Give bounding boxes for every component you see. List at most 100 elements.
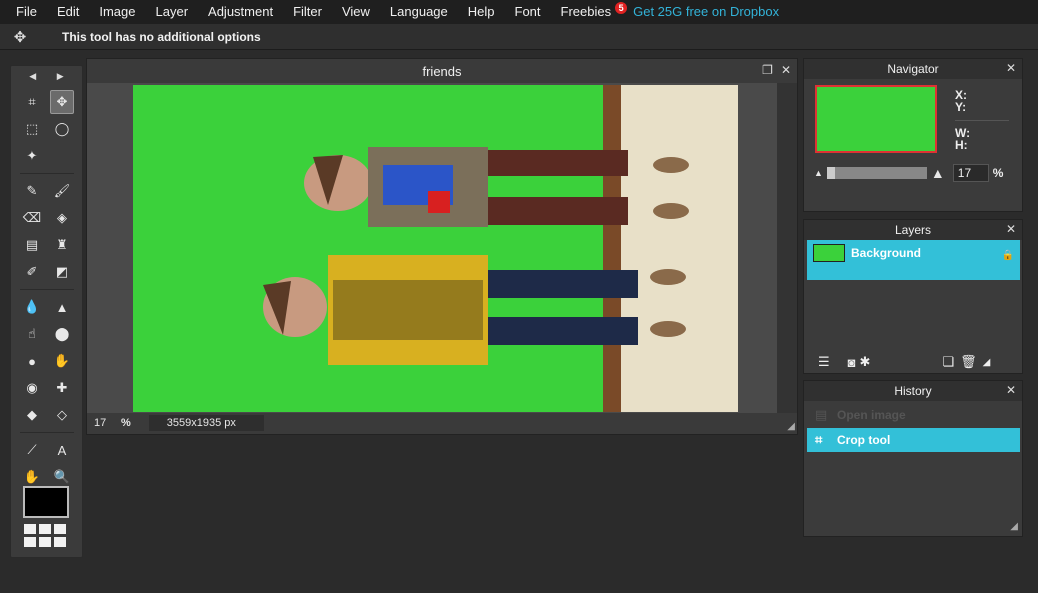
navigator-coords: X: Y: [955,89,967,113]
lasso-icon[interactable]: ◯ [50,117,74,141]
blur-icon[interactable]: 💧 [20,295,44,319]
document-icon: ▤ [815,407,828,422]
layout-grid-icon[interactable] [24,524,66,547]
photo-canvas-image[interactable] [133,85,738,412]
floor-area [603,85,738,412]
navigator-thumbnail[interactable] [815,85,937,153]
history-item-crop-tool[interactable]: ⌗ Crop tool [807,428,1020,452]
menu-filter[interactable]: Filter [283,0,332,24]
burn-icon[interactable]: ✋ [50,349,74,373]
document-title: friends [422,63,462,79]
document-titlebar: friends ❐ ✕ [87,59,797,83]
navigator-size: W: H: [955,127,970,151]
layers-panel: Layers ✕ Background 🔒 ☰ ◙ ✱ ❏ 🗑 ◢ [803,219,1023,374]
pencil-icon[interactable]: ✎ [20,179,44,203]
new-layer-icon[interactable]: ❏ [942,354,954,370]
zoom-unit: % [121,417,131,429]
menu-language[interactable]: Language [380,0,458,24]
red-eye-icon[interactable]: ◉ [20,376,44,400]
brush-icon[interactable]: 🖌 [50,179,74,203]
color-picker-icon[interactable]: ⟋ [20,438,44,462]
close-icon[interactable]: ✕ [781,63,791,77]
bucket-icon[interactable]: ◈ [50,206,74,230]
canvas-area[interactable] [87,83,779,413]
navigator-panel: Navigator ✕ X: Y: W: H: ▲ ▲ 17 % [803,58,1023,212]
move-icon: ✥ [13,28,27,46]
marquee-icon[interactable]: ⬚ [20,117,44,141]
resize-handle-icon[interactable]: ◢ [983,357,991,368]
toolbox-divider [20,289,74,290]
navigator-header: Navigator ✕ [804,59,1022,79]
menu-edit[interactable]: Edit [47,0,89,24]
resize-handle-icon[interactable]: ◢ [1010,521,1018,532]
color-replace-icon[interactable]: ✐ [20,260,44,284]
toolbox-collapse-right-icon[interactable]: ▶ [57,71,64,82]
layers-header: Layers ✕ [804,220,1022,240]
navigator-zoom-unit: % [992,166,1004,180]
tool-options-message: This tool has no additional options [62,29,261,44]
navigator-title: Navigator [887,62,939,76]
crop-icon[interactable]: ⌗ [20,90,44,114]
tool-grid: ⌗ ✥ ⬚ ◯ ✦ ✎ 🖌 ⌫ ◈ ▤ ♜ ✐ ◩ 💧 ▲ ☝ ⬤ ● ✋ ◉ ✚ ◆ ◇ ⟋ A ✋ 🔍 [11,86,82,493]
sharpen-icon[interactable]: ▲ [50,295,74,319]
tool-options-bar: ✥ This tool has no additional options [0,24,1038,50]
toolbox-header: ◀ ▶ [11,66,82,86]
spot-heal-icon[interactable]: ✚ [50,376,74,400]
menu-font[interactable]: Font [505,0,551,24]
navigator-zoom-input[interactable]: 17 [952,164,989,182]
menu-file[interactable]: File [6,0,47,24]
layer-thumbnail [813,244,845,262]
menu-image[interactable]: Image [89,0,145,24]
close-icon[interactable]: ✕ [1006,222,1016,236]
maximize-icon[interactable]: ❐ [762,63,773,77]
menu-help[interactable]: Help [458,0,505,24]
bloat-icon[interactable]: ◆ [20,403,44,427]
toolbox-collapse-left-icon[interactable]: ◀ [29,71,36,82]
layer-name: Background [851,246,922,260]
sponge-icon[interactable]: ⬤ [50,322,74,346]
move-icon[interactable]: ✥ [50,90,74,114]
menu-freebies[interactable]: Freebies 5 [551,0,628,24]
navigator-divider [955,120,1009,121]
layer-row-background[interactable]: Background 🔒 [807,240,1020,280]
layer-styles-icon[interactable]: ✱ [860,354,871,370]
foreground-color-swatch[interactable] [23,486,69,518]
layer-mask-icon[interactable]: ◙ [848,355,856,370]
zoom-slider-handle[interactable] [826,167,835,179]
h-label: H: [955,138,968,152]
layer-settings-icon[interactable]: ☰ [818,354,830,370]
toolbox-divider [20,432,74,433]
layer-tools-bar: ☰ ◙ ✱ ❏ 🗑 ◢ [804,351,1022,373]
dodge-icon[interactable]: ● [20,349,44,373]
dropbox-promo-link[interactable]: Get 25G free on Dropbox [625,0,789,24]
gradient-icon[interactable]: ▤ [20,233,44,257]
menu-view[interactable]: View [332,0,380,24]
history-item-open-image[interactable]: ▤ Open image [807,403,1020,427]
history-title: History [894,384,932,398]
canvas-vertical-scrollbar[interactable] [777,83,797,413]
menu-freebies-label: Freebies [560,4,612,19]
pinch-icon[interactable]: ◇ [50,403,74,427]
lock-icon: 🔒 [1001,250,1014,261]
drawing-icon[interactable]: ◩ [50,260,74,284]
close-icon[interactable]: ✕ [1006,61,1016,75]
magic-wand-icon[interactable]: ✦ [20,144,44,168]
document-window: friends ❐ ✕ 17 % 3559x1935 px ◢ [86,58,798,435]
resize-handle-icon[interactable]: ◢ [787,421,795,432]
zoom-in-mountain-icon[interactable]: ▲ [931,165,945,181]
zoom-out-mountain-icon[interactable]: ▲ [814,168,823,178]
close-icon[interactable]: ✕ [1006,383,1016,397]
navigator-zoom-row: ▲ ▲ 17 % [814,164,1003,182]
delete-layer-icon[interactable]: 🗑 [960,354,977,370]
type-icon[interactable]: A [50,438,74,462]
zoom-field[interactable]: 17 [94,417,116,429]
menu-adjustment[interactable]: Adjustment [198,0,283,24]
zoom-slider[interactable] [826,167,927,179]
menu-layer[interactable]: Layer [146,0,199,24]
layers-title: Layers [894,223,932,237]
floor-baseboard [603,85,621,412]
stamp-icon[interactable]: ♜ [50,233,74,257]
smudge-icon[interactable]: ☝ [20,322,44,346]
eraser-icon[interactable]: ⌫ [20,206,44,230]
toolbox-divider [20,173,74,174]
